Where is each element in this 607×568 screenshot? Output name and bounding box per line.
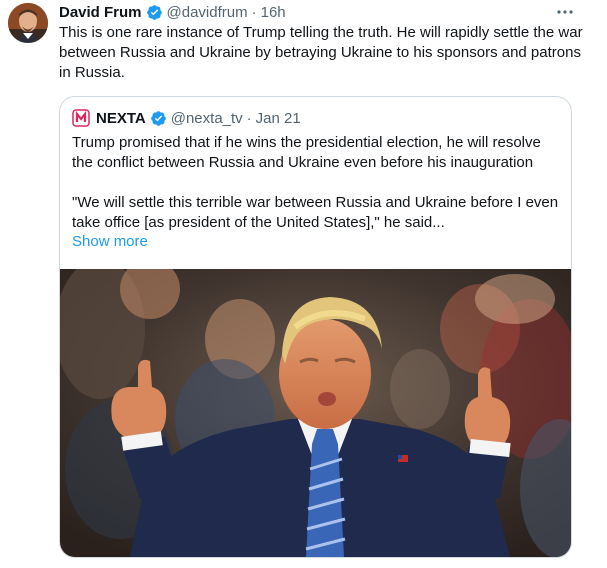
avatar-image — [8, 3, 48, 43]
tweet[interactable]: David Frum @davidfrum · 16h This is one … — [0, 0, 607, 568]
quoted-author-handle[interactable]: @nexta_tv — [171, 110, 243, 127]
tweet-header: David Frum @davidfrum · 16h — [59, 2, 286, 22]
more-options-button[interactable] — [555, 4, 575, 20]
author-name[interactable]: David Frum — [59, 4, 142, 21]
show-more-link[interactable]: Show more — [72, 233, 148, 250]
quoted-author-avatar[interactable] — [72, 109, 90, 127]
quoted-paragraph-1: Trump promised that if he wins the presi… — [72, 134, 541, 171]
photo-thumbs-up-man — [60, 269, 571, 557]
verified-badge-icon — [146, 4, 162, 20]
more-options-icon — [557, 10, 573, 14]
quoted-header-separator: · — [246, 109, 252, 127]
header-separator: · — [251, 3, 257, 21]
quoted-tweet-photo[interactable] — [60, 269, 571, 557]
quoted-tweet-header: NEXTA @nexta_tv · Jan 21 — [72, 108, 301, 128]
quoted-author-name[interactable]: NEXTA — [96, 110, 146, 127]
quoted-tweet[interactable]: NEXTA @nexta_tv · Jan 21 Trump promised … — [59, 96, 572, 558]
tweet-text: This is one rare instance of Trump telli… — [59, 24, 583, 81]
quoted-paragraph-2: "We will settle this terrible war betwee… — [72, 194, 559, 231]
author-handle[interactable]: @davidfrum — [167, 4, 248, 21]
quoted-tweet-timestamp[interactable]: Jan 21 — [256, 110, 301, 127]
nexta-logo-icon — [72, 109, 90, 127]
author-avatar[interactable] — [8, 3, 48, 43]
verified-badge-icon — [150, 110, 166, 126]
quoted-tweet-text: Trump promised that if he wins the presi… — [72, 133, 564, 233]
tweet-timestamp[interactable]: 16h — [261, 4, 286, 21]
